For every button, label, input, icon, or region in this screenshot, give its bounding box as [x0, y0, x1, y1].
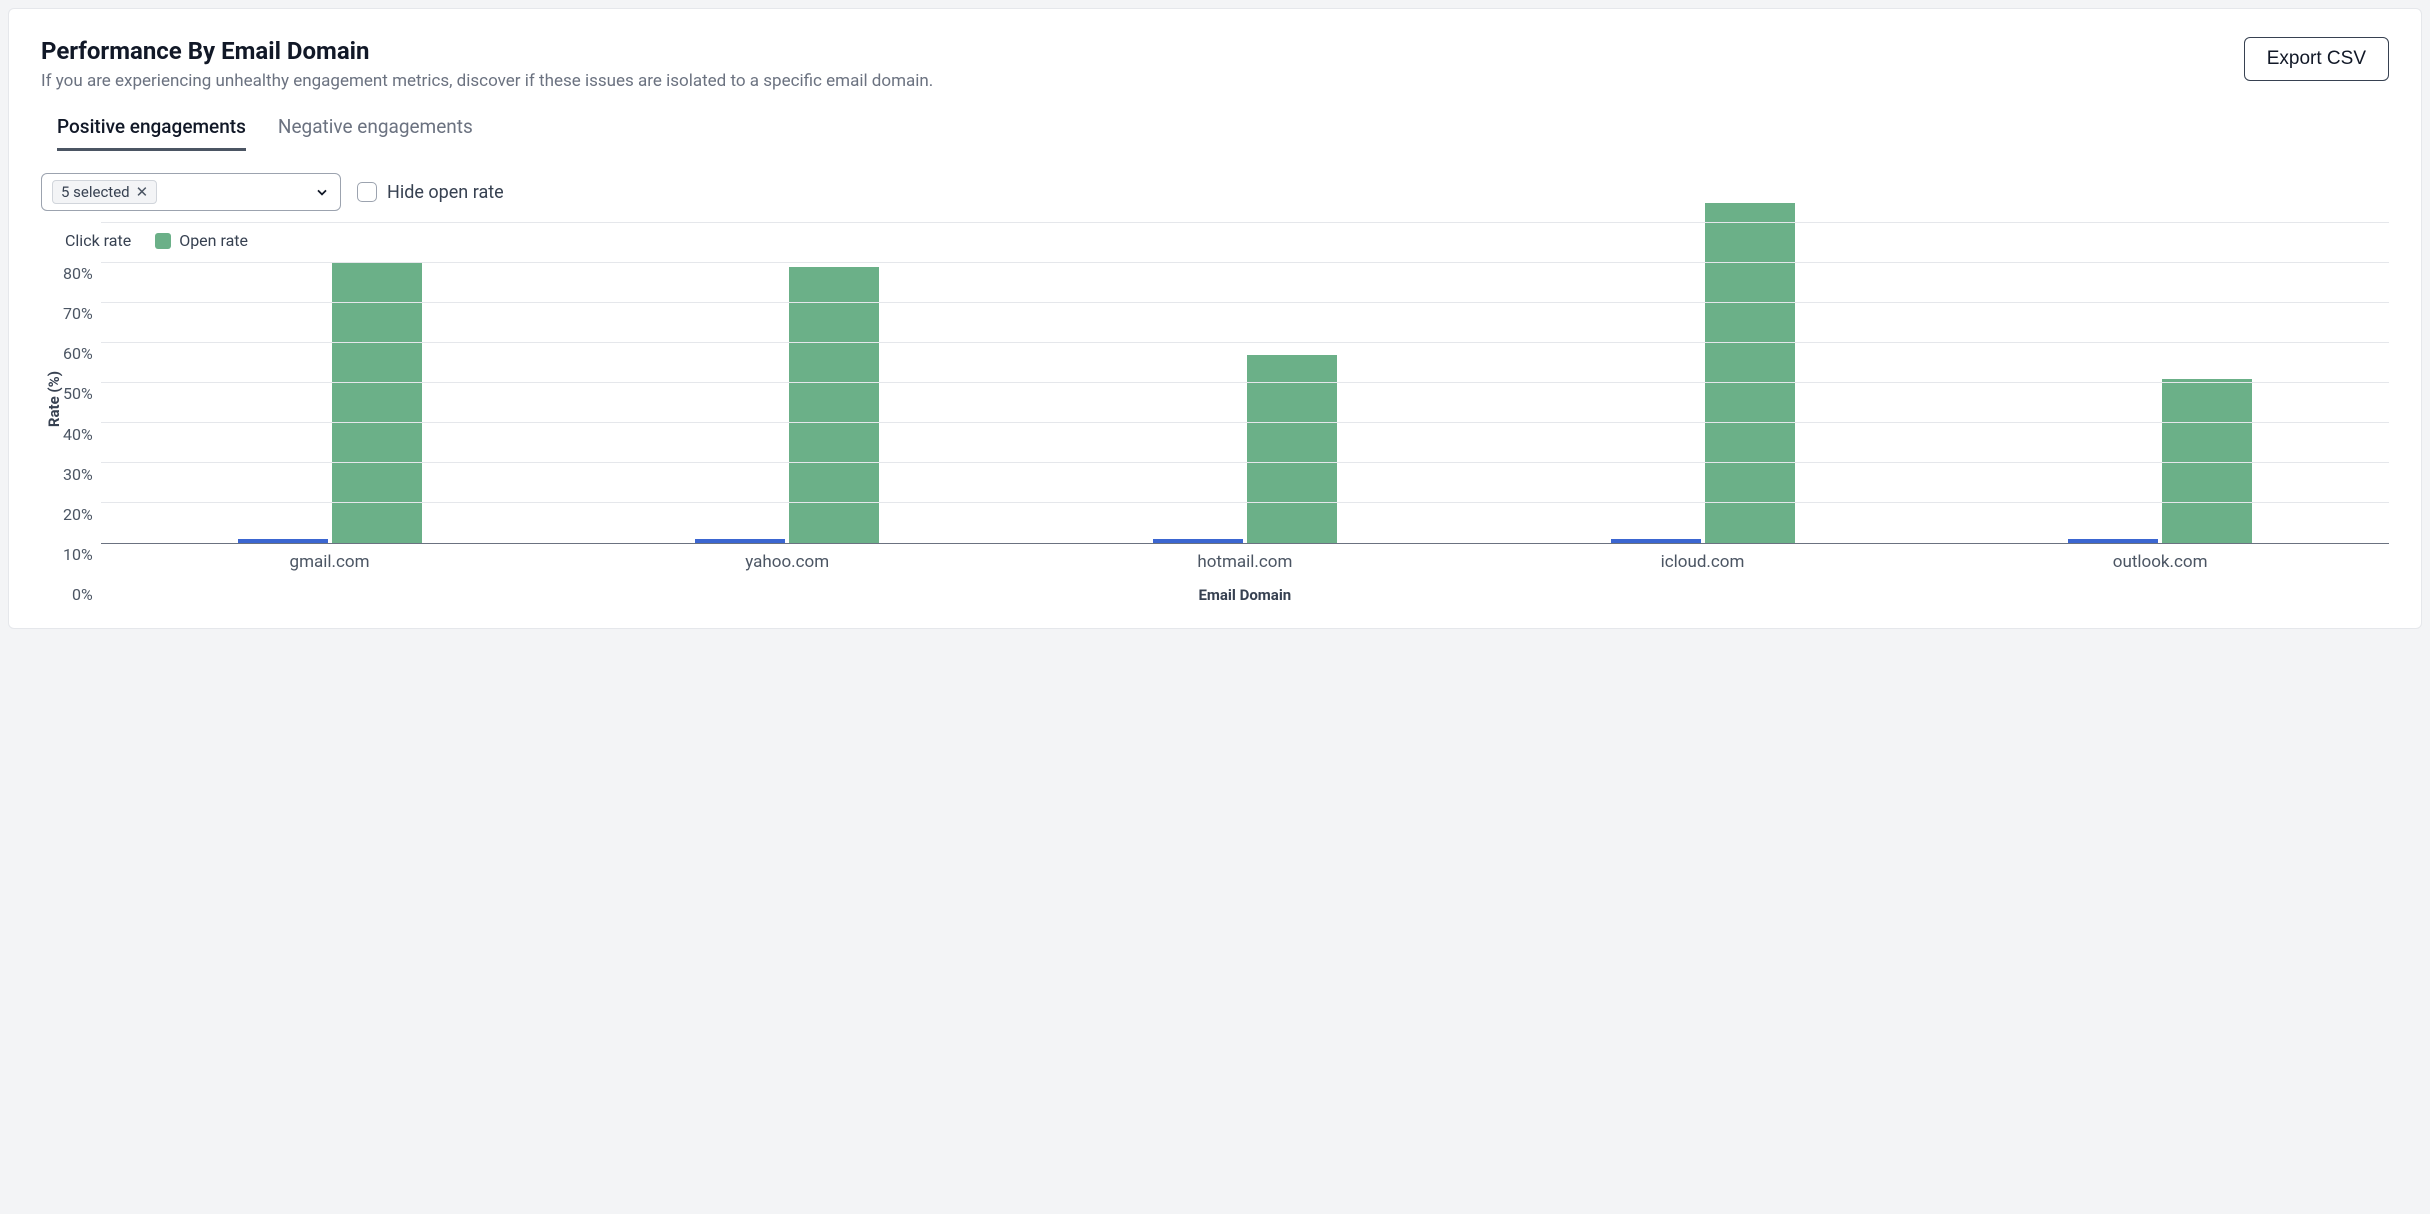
x-tick-label: hotmail.com: [1016, 544, 1474, 572]
performance-card: Performance By Email Domain If you are e…: [8, 8, 2422, 629]
chevron-down-icon: [314, 184, 330, 200]
y-tick: 70%: [63, 304, 93, 323]
legend-swatch: [155, 233, 171, 249]
y-tick: 80%: [63, 264, 93, 283]
x-axis: gmail.comyahoo.comhotmail.comicloud.como…: [101, 544, 2389, 572]
hide-open-rate-toggle[interactable]: Hide open rate: [357, 182, 504, 203]
clear-selection-icon[interactable]: ✕: [136, 183, 149, 201]
tab-negative-engagements[interactable]: Negative engagements: [278, 115, 473, 151]
x-axis-title: Email Domain: [101, 586, 2389, 604]
y-tick: 40%: [63, 425, 93, 444]
controls-row: 5 selected ✕ Hide open rate: [41, 173, 2389, 211]
card-title: Performance By Email Domain: [41, 37, 933, 65]
card-header: Performance By Email Domain If you are e…: [41, 37, 2389, 91]
legend-label: Open rate: [179, 231, 248, 250]
hide-open-rate-label: Hide open rate: [387, 182, 504, 203]
gridline: [101, 262, 2389, 263]
gridline: [101, 422, 2389, 423]
chart: Rate (%) 80% 70% 60% 50% 40% 30% 20% 10% 0% gmai…: [41, 264, 2389, 604]
bar[interactable]: [1247, 355, 1337, 543]
y-tick: 60%: [63, 344, 93, 363]
x-tick-label: outlook.com: [1931, 544, 2389, 572]
legend-item-open-rate: Open rate: [155, 231, 248, 250]
y-axis-label: Rate (%): [41, 371, 63, 427]
x-tick-label: yahoo.com: [558, 544, 1016, 572]
y-tick: 50%: [63, 384, 93, 403]
chart-legend: Click rate Open rate: [41, 231, 2389, 250]
bar[interactable]: [2162, 379, 2252, 543]
plot-area: [101, 264, 2389, 544]
y-tick: 30%: [63, 465, 93, 484]
bar[interactable]: [695, 539, 785, 543]
selected-count-chip: 5 selected ✕: [52, 180, 157, 204]
gridline: [101, 502, 2389, 503]
gridline: [101, 382, 2389, 383]
header-text: Performance By Email Domain If you are e…: [41, 37, 933, 91]
x-axis-labels: gmail.comyahoo.comhotmail.comicloud.como…: [101, 544, 2389, 572]
gridline: [101, 342, 2389, 343]
y-tick: 10%: [63, 545, 93, 564]
bar[interactable]: [1611, 539, 1701, 543]
x-tick-label: icloud.com: [1474, 544, 1932, 572]
y-axis-ticks: 80% 70% 60% 50% 40% 30% 20% 10% 0%: [63, 264, 101, 604]
bar[interactable]: [238, 539, 328, 543]
tabs: Positive engagements Negative engagement…: [41, 115, 2389, 151]
bar[interactable]: [2068, 539, 2158, 543]
chip-label: 5 selected: [61, 183, 130, 201]
y-tick: 0%: [72, 585, 93, 604]
domain-multiselect[interactable]: 5 selected ✕: [41, 173, 341, 211]
bar[interactable]: [1705, 203, 1795, 543]
x-tick-label: gmail.com: [101, 544, 559, 572]
gridline: [101, 462, 2389, 463]
tab-positive-engagements[interactable]: Positive engagements: [57, 115, 246, 151]
y-tick: 20%: [63, 505, 93, 524]
bar[interactable]: [332, 263, 422, 543]
gridline: [101, 302, 2389, 303]
gridline: [101, 222, 2389, 223]
checkbox-icon: [357, 182, 377, 202]
export-csv-button[interactable]: Export CSV: [2244, 37, 2389, 81]
card-subtitle: If you are experiencing unhealthy engage…: [41, 71, 933, 91]
legend-label: Click rate: [65, 231, 131, 250]
legend-item-click-rate: Click rate: [41, 231, 131, 250]
legend-swatch: [41, 233, 57, 249]
bar[interactable]: [1153, 539, 1243, 543]
